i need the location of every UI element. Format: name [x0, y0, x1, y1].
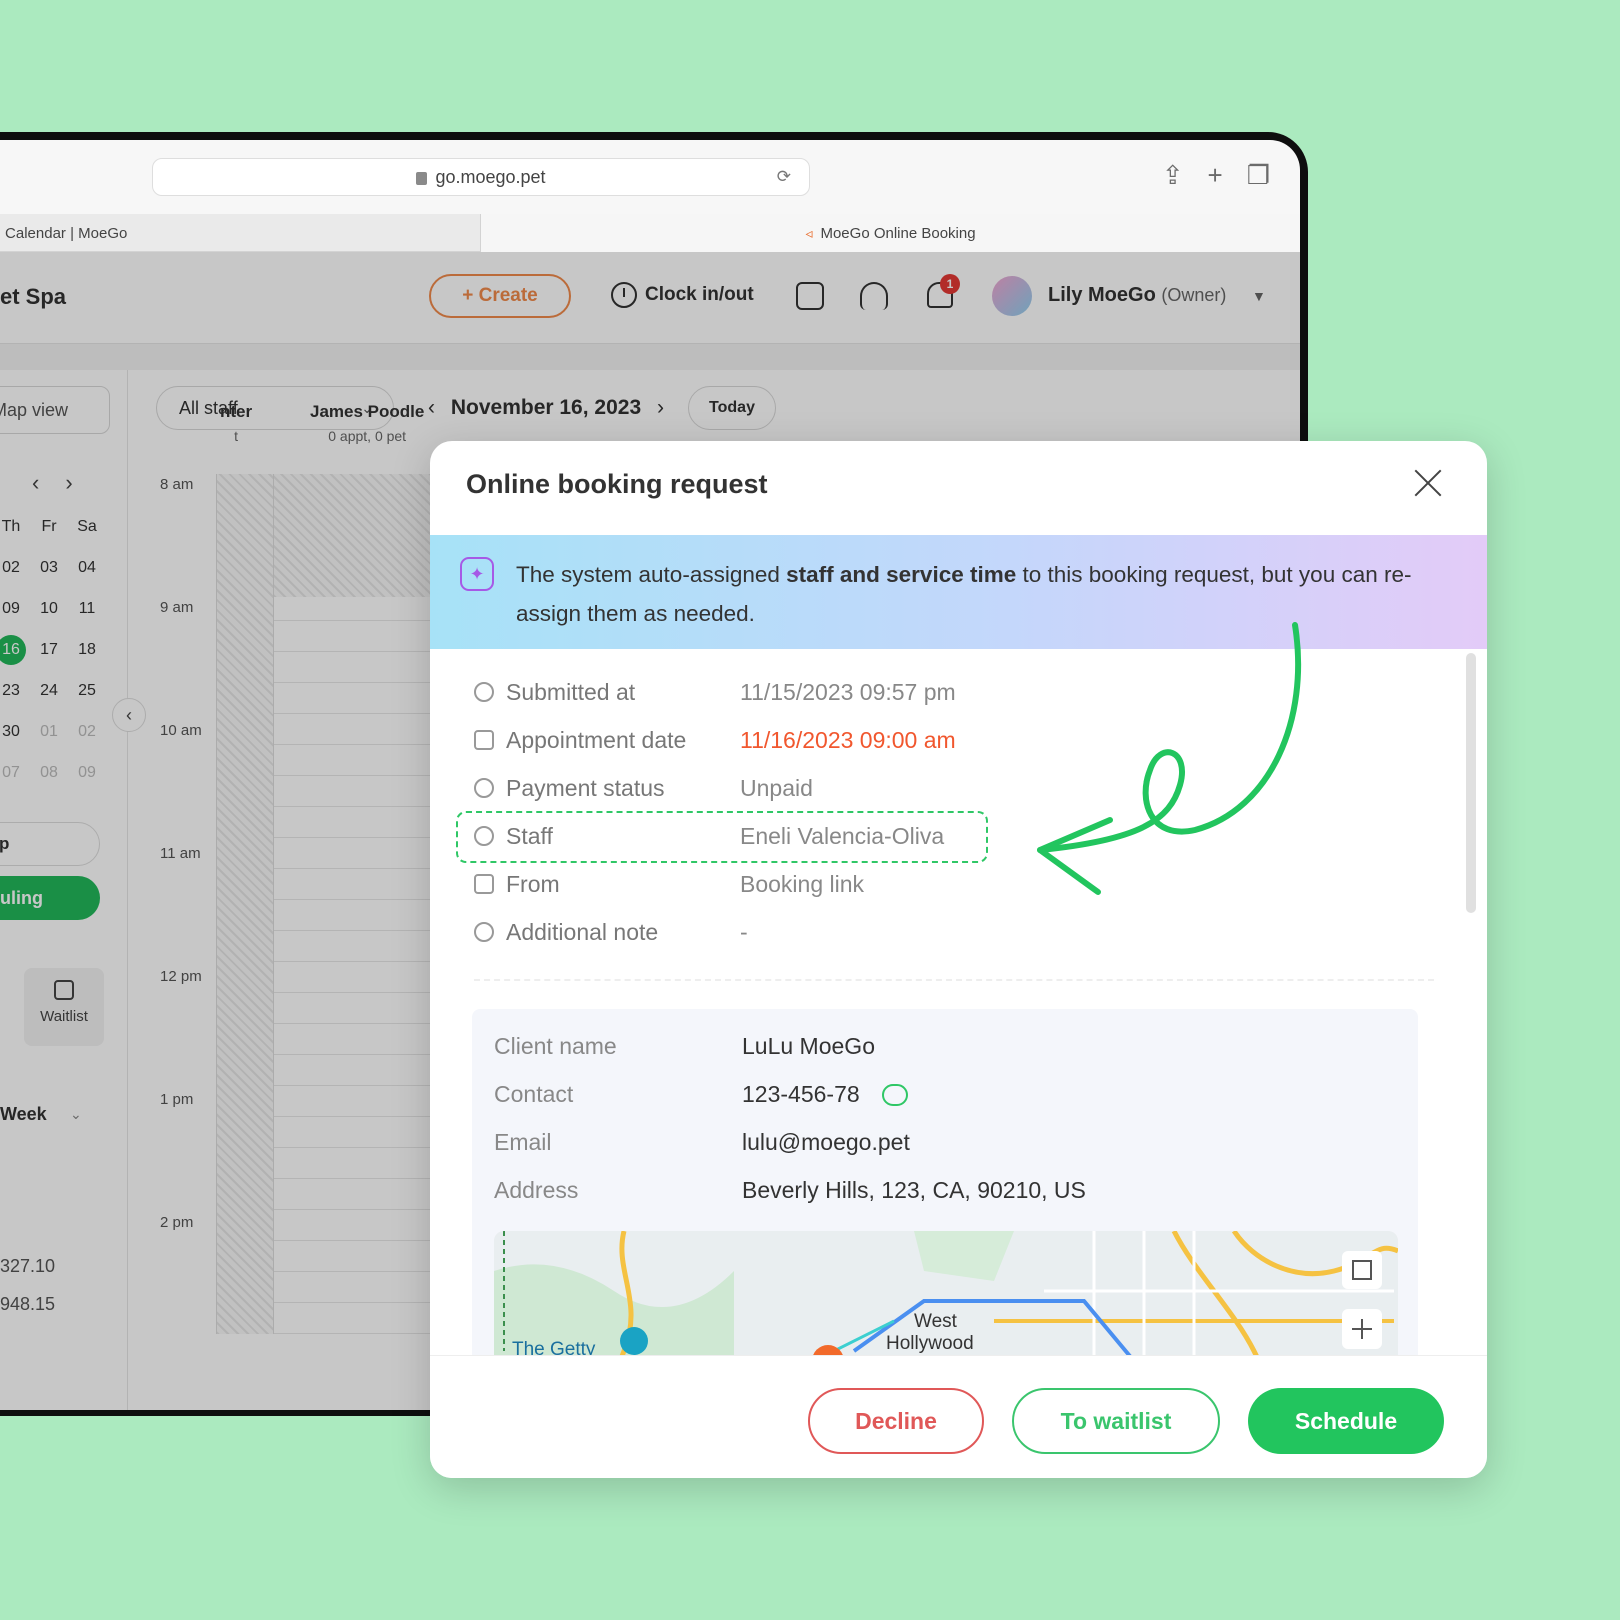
banner-text-pre: The system auto-assigned [516, 562, 787, 587]
chat-icon[interactable] [881, 1084, 908, 1106]
client-label: Client name [494, 1033, 617, 1059]
clock-icon [474, 682, 494, 702]
detail-label: Submitted at [506, 678, 636, 705]
close-icon[interactable] [1410, 465, 1446, 501]
modal-title: Online booking request [466, 469, 768, 499]
client-info-card: Client name LuLu MoeGo Contact 123-456-7… [472, 1009, 1418, 1411]
tabs-overview-icon[interactable]: ❐ [1247, 160, 1270, 191]
detail-row: Payment status Unpaid [470, 773, 813, 803]
staff-highlight-box [456, 811, 988, 863]
detail-value: Unpaid [740, 774, 813, 801]
map-label-west: West [914, 1311, 958, 1332]
scrollbar[interactable] [1466, 653, 1476, 913]
detail-value: - [740, 918, 748, 945]
client-row: Email lulu@moego.pet [494, 1129, 910, 1156]
share-icon[interactable]: ⇪ [1162, 160, 1184, 191]
url-text: go.moego.pet [435, 166, 546, 187]
client-row: Address Beverly Hills, 123, CA, 90210, U… [494, 1177, 1086, 1204]
tab-label: MoeGo Online Booking [820, 224, 976, 242]
client-email: lulu@moego.pet [742, 1129, 910, 1155]
detail-row: Additional note - [470, 917, 748, 947]
divider [474, 979, 1434, 981]
detail-label: Appointment date [506, 726, 687, 753]
detail-label: From [506, 870, 560, 897]
dollar-icon [474, 778, 494, 798]
client-address: Beverly Hills, 123, CA, 90210, US [742, 1177, 1086, 1203]
detail-label: Payment status [506, 774, 665, 801]
to-waitlist-button[interactable]: To waitlist [1012, 1388, 1220, 1454]
calendar-icon [474, 730, 494, 750]
client-name[interactable]: LuLu MoeGo [742, 1033, 875, 1060]
detail-row: From Booking link [470, 869, 864, 899]
browser-toolbar: ⇪ + ❐ [1162, 160, 1270, 191]
detail-value: Booking link [740, 870, 865, 897]
auto-assign-banner: ✦ The system auto-assigned staff and ser… [430, 535, 1487, 649]
detail-row: Submitted at 11/15/2023 09:57 pm [470, 677, 956, 707]
tab-online-booking[interactable]: ◃ MoeGo Online Booking [480, 214, 1300, 252]
client-row: Contact 123-456-78 [494, 1081, 908, 1108]
lock-icon [416, 171, 428, 185]
annotation-arrow-icon [1037, 622, 1302, 895]
client-label: Contact [494, 1081, 574, 1107]
map-label-hollywood: Hollywood [886, 1333, 974, 1354]
decline-button[interactable]: Decline [808, 1388, 984, 1454]
address-bar[interactable]: go.moego.pet ⟳ [152, 158, 810, 196]
link-icon [474, 874, 494, 894]
tab-label: Calendar | MoeGo [5, 224, 128, 242]
booking-request-modal: Online booking request ✦ The system auto… [430, 441, 1487, 1478]
client-row: Client name LuLu MoeGo [494, 1033, 875, 1060]
client-label: Email [494, 1129, 552, 1155]
moego-favicon-icon: ◃ [805, 224, 813, 241]
fullscreen-icon[interactable] [1342, 1251, 1382, 1289]
new-tab-icon[interactable]: + [1208, 160, 1223, 191]
info-icon [474, 922, 494, 942]
client-contact: 123-456-78 [742, 1081, 860, 1107]
detail-value: 11/16/2023 09:00 am [740, 726, 956, 753]
tab-strip: ◃ Calendar | MoeGo ◃ MoeGo Online Bookin… [0, 214, 1300, 252]
modal-footer: Decline To waitlist Schedule [430, 1355, 1487, 1478]
detail-label: Additional note [506, 918, 659, 945]
tab-calendar[interactable]: ◃ Calendar | MoeGo [0, 214, 127, 252]
detail-value: 11/15/2023 09:57 pm [740, 678, 956, 705]
schedule-button[interactable]: Schedule [1248, 1388, 1444, 1454]
banner-text-bold: staff and service time [786, 562, 1017, 587]
banner-text: The system auto-assigned staff and servi… [516, 555, 1466, 633]
client-label: Address [494, 1177, 579, 1203]
sparkle-icon: ✦ [460, 557, 494, 591]
detail-row: Appointment date 11/16/2023 09:00 am [470, 725, 956, 755]
reload-icon[interactable]: ⟳ [777, 167, 795, 187]
